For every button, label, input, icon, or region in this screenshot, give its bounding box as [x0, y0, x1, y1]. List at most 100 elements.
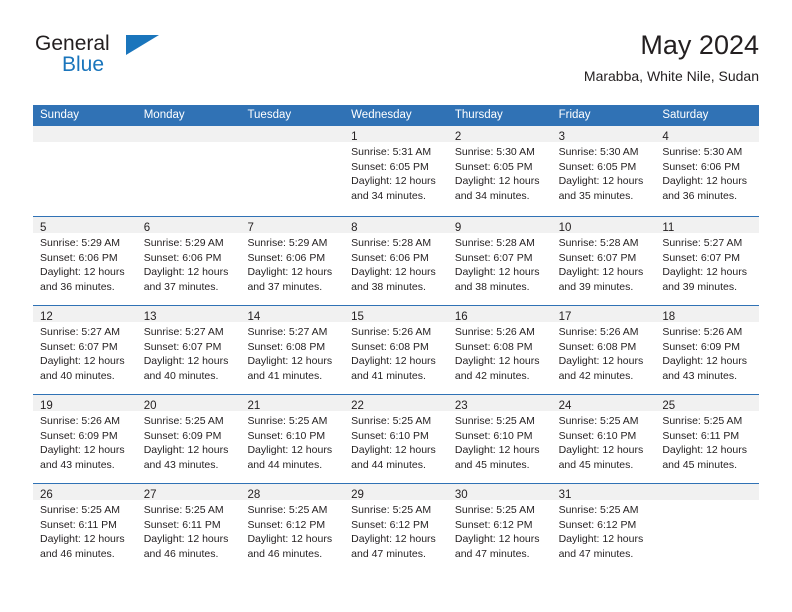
day-cell-19[interactable]: 19 Sunrise: 5:26 AM Sunset: 6:09 PM Dayligh… [33, 395, 137, 483]
day-cell-9[interactable]: 9 Sunrise: 5:28 AM Sunset: 6:07 PM Daylight… [447, 217, 552, 305]
daylight-text-cont: and 38 minutes. [351, 280, 426, 293]
day-cell-12[interactable]: 12 Sunrise: 5:27 AM Sunset: 6:07 PM Dayligh… [33, 306, 137, 394]
sunset-text: Sunset: 6:08 PM [247, 340, 326, 353]
day-cell-8[interactable]: 8 Sunrise: 5:28 AM Sunset: 6:06 PM Daylight… [344, 217, 448, 305]
day-cell-26[interactable]: 26 Sunrise: 5:25 AM Sunset: 6:11 PM Dayligh… [33, 484, 137, 572]
sunset-text: Sunset: 6:05 PM [454, 160, 533, 173]
day-number: 23 [454, 400, 468, 412]
day-cell-15[interactable]: 15 Sunrise: 5:26 AM Sunset: 6:08 PM Dayligh… [344, 306, 448, 394]
sunrise-text: Sunrise: 5:26 AM [558, 326, 639, 338]
day-cell-2[interactable]: 2 Sunrise: 5:30 AM Sunset: 6:05 PM Daylight… [447, 126, 552, 216]
sunset-text: Sunset: 6:12 PM [351, 518, 429, 531]
day-cell-22[interactable]: 22 Sunrise: 5:25 AM Sunset: 6:10 PM Dayligh… [344, 395, 448, 483]
day-number: 26 [40, 489, 53, 501]
sunrise-text: Sunrise: 5:26 AM [351, 326, 432, 338]
daylight-text: Daylight: 12 hours [351, 444, 436, 457]
day-number: 18 [662, 311, 676, 323]
sunset-text: Sunset: 6:11 PM [143, 518, 221, 531]
day-details: Sunrise: 5:25 AM Sunset: 6:12 PM Daylight:… [344, 500, 448, 561]
day-number-band: 29 [344, 484, 448, 501]
sunrise-text: Sunrise: 5:25 AM [662, 415, 743, 427]
location-subtitle: Marabba, White Nile, Sudan [583, 68, 759, 84]
sunrise-text: Sunrise: 5:25 AM [247, 415, 328, 427]
daylight-text-cont: and 47 minutes. [558, 547, 634, 560]
day-cell-14[interactable]: 14 Sunrise: 5:27 AM Sunset: 6:08 PM Dayligh… [240, 306, 345, 394]
sunset-text: Sunset: 6:08 PM [558, 340, 637, 353]
day-number-band: 17 [551, 306, 656, 323]
daylight-text: Daylight: 12 hours [351, 533, 436, 546]
sunrise-text: Sunrise: 5:25 AM [247, 504, 328, 516]
calendar-page: General Blue May 2024 Marabba, White Nil… [0, 0, 792, 612]
daylight-text: Daylight: 12 hours [558, 355, 644, 368]
brand-logo[interactable]: General Blue [33, 32, 253, 88]
daylight-text-cont: and 36 minutes. [40, 280, 115, 293]
day-cell-3[interactable]: 3 Sunrise: 5:30 AM Sunset: 6:05 PM Daylight… [551, 126, 656, 216]
day-cell-31[interactable]: 31 Sunrise: 5:25 AM Sunset: 6:12 PM Dayligh… [551, 484, 656, 572]
day-number: 12 [40, 311, 53, 323]
day-number-band: 13 [136, 306, 241, 323]
day-details: Sunrise: 5:25 AM Sunset: 6:11 PM Daylight:… [655, 411, 759, 472]
sunrise-text: Sunrise: 5:25 AM [351, 415, 432, 427]
day-cell-6[interactable]: 6 Sunrise: 5:29 AM Sunset: 6:06 PM Daylight… [136, 217, 241, 305]
day-details: Sunrise: 5:30 AM Sunset: 6:05 PM Daylight:… [552, 142, 656, 203]
daylight-text-cont: and 39 minutes. [558, 280, 634, 293]
day-cell-20[interactable]: 20 Sunrise: 5:25 AM Sunset: 6:09 PM Dayligh… [136, 395, 241, 483]
day-cell-4[interactable]: 4 Sunrise: 5:30 AM Sunset: 6:06 PM Daylight… [655, 126, 760, 216]
day-cell-16[interactable]: 16 Sunrise: 5:26 AM Sunset: 6:08 PM Dayligh… [447, 306, 552, 394]
sunset-text: Sunset: 6:10 PM [558, 429, 637, 442]
day-cell-10[interactable]: 10 Sunrise: 5:28 AM Sunset: 6:07 PM Dayligh… [551, 217, 656, 305]
sunset-text: Sunset: 6:12 PM [454, 518, 533, 531]
day-cell-11[interactable]: 11 Sunrise: 5:27 AM Sunset: 6:07 PM Dayligh… [655, 217, 760, 305]
day-cell-30[interactable]: 30 Sunrise: 5:25 AM Sunset: 6:12 PM Dayligh… [447, 484, 552, 572]
day-number: 16 [454, 311, 468, 323]
sunrise-text: Sunrise: 5:25 AM [454, 415, 535, 427]
daylight-text: Daylight: 12 hours [351, 355, 436, 368]
sunset-text: Sunset: 6:07 PM [143, 340, 222, 353]
day-details: Sunrise: 5:25 AM Sunset: 6:10 PM Daylight:… [552, 411, 656, 472]
day-cell-24[interactable]: 24 Sunrise: 5:25 AM Sunset: 6:10 PM Dayligh… [551, 395, 656, 483]
day-details: Sunrise: 5:26 AM Sunset: 6:08 PM Daylight:… [552, 322, 656, 383]
day-cell-28[interactable]: 28 Sunrise: 5:25 AM Sunset: 6:12 PM Dayligh… [240, 484, 345, 572]
day-cell-7[interactable]: 7 Sunrise: 5:29 AM Sunset: 6:06 PM Daylight… [240, 217, 345, 305]
day-number: 11 [662, 222, 675, 234]
sunrise-text: Sunrise: 5:27 AM [247, 326, 328, 338]
day-cell-21[interactable]: 21 Sunrise: 5:25 AM Sunset: 6:10 PM Dayligh… [240, 395, 345, 483]
day-number: 25 [662, 400, 676, 412]
daylight-text: Daylight: 12 hours [40, 266, 125, 279]
day-cell-27[interactable]: 27 Sunrise: 5:25 AM Sunset: 6:11 PM Dayligh… [136, 484, 241, 572]
sunrise-text: Sunrise: 5:26 AM [40, 415, 120, 427]
day-cell-13[interactable]: 13 Sunrise: 5:27 AM Sunset: 6:07 PM Dayligh… [136, 306, 241, 394]
sunset-text: Sunset: 6:10 PM [454, 429, 533, 442]
day-number-band: 16 [447, 306, 552, 323]
day-details: Sunrise: 5:25 AM Sunset: 6:12 PM Daylight:… [448, 500, 552, 561]
day-number: 17 [558, 311, 572, 323]
day-cell-25[interactable]: 25 Sunrise: 5:25 AM Sunset: 6:11 PM Dayligh… [655, 395, 760, 483]
day-number-band: 5 [33, 217, 137, 234]
day-number-band: 9 [447, 217, 552, 234]
weekday-header-saturday: Saturday [662, 109, 709, 121]
daylight-text-cont: and 34 minutes. [351, 189, 426, 202]
day-cell-17[interactable]: 17 Sunrise: 5:26 AM Sunset: 6:08 PM Dayligh… [551, 306, 656, 394]
daylight-text-cont: and 43 minutes. [143, 458, 219, 471]
day-number-band: 18 [655, 306, 760, 323]
day-cell-29[interactable]: 29 Sunrise: 5:25 AM Sunset: 6:12 PM Dayligh… [344, 484, 448, 572]
day-details: Sunrise: 5:27 AM Sunset: 6:07 PM Daylight:… [655, 233, 759, 294]
day-number: 14 [247, 311, 261, 323]
daylight-text-cont: and 35 minutes. [558, 189, 634, 202]
daylight-text: Daylight: 12 hours [662, 444, 747, 457]
day-cell-empty [655, 484, 760, 572]
day-number-band: 19 [33, 395, 137, 412]
daylight-text: Daylight: 12 hours [454, 175, 540, 188]
sunset-text: Sunset: 6:08 PM [351, 340, 429, 353]
day-details: Sunrise: 5:29 AM Sunset: 6:06 PM Daylight:… [240, 233, 344, 294]
day-cell-5[interactable]: 5 Sunrise: 5:29 AM Sunset: 6:06 PM Daylight… [33, 217, 137, 305]
day-cell-1[interactable]: 1 Sunrise: 5:31 AM Sunset: 6:05 PM Daylight… [344, 126, 448, 216]
day-number-band [136, 126, 241, 142]
day-number-band: 22 [344, 395, 448, 412]
sunset-text: Sunset: 6:06 PM [662, 160, 740, 173]
day-cell-23[interactable]: 23 Sunrise: 5:25 AM Sunset: 6:10 PM Dayligh… [447, 395, 552, 483]
day-number: 31 [558, 489, 572, 501]
day-number: 21 [247, 400, 261, 412]
daylight-text-cont: and 43 minutes. [40, 458, 115, 471]
day-cell-18[interactable]: 18 Sunrise: 5:26 AM Sunset: 6:09 PM Dayligh… [655, 306, 760, 394]
